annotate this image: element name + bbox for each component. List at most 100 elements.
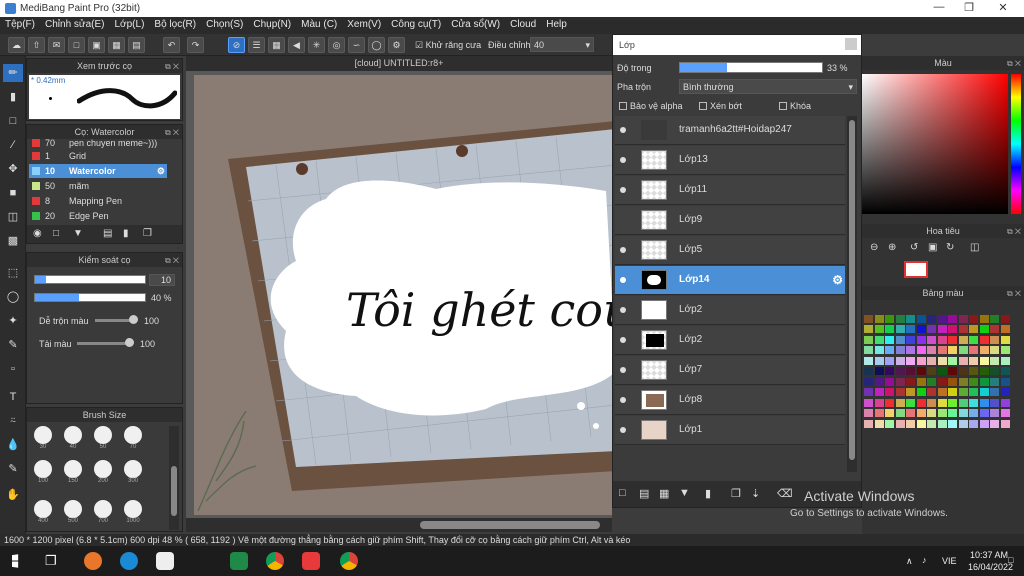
palette-swatch[interactable]: [948, 398, 957, 407]
palette-swatch[interactable]: [874, 314, 884, 323]
medibang-icon[interactable]: [302, 552, 320, 570]
duplicate-icon[interactable]: ❐: [731, 487, 741, 500]
palette-swatch[interactable]: [990, 409, 999, 417]
palette-swatch[interactable]: [979, 367, 989, 375]
zoom-out-icon[interactable]: ⊖: [870, 242, 878, 253]
clock-time[interactable]: 10:37 AM: [970, 550, 1008, 560]
menu-color[interactable]: Màu (C): [296, 17, 342, 32]
palette-swatch[interactable]: [990, 377, 999, 386]
palette-swatch[interactable]: [874, 367, 884, 375]
palette-swatch[interactable]: [885, 304, 894, 312]
palette-swatch[interactable]: [916, 346, 926, 354]
radial-snap-icon[interactable]: ✳: [308, 37, 325, 53]
palette-swatch[interactable]: [1000, 419, 1010, 428]
new-layer-icon[interactable]: □: [619, 487, 626, 499]
palette-swatch[interactable]: [1000, 367, 1010, 375]
menu-snap[interactable]: Chụp(N): [248, 17, 296, 32]
text-tool-icon[interactable]: T: [3, 388, 23, 406]
palette-swatch[interactable]: [874, 398, 884, 407]
operation-tool-icon[interactable]: ⍨: [3, 412, 23, 430]
palette-swatch[interactable]: [948, 367, 957, 375]
palette-swatch[interactable]: [990, 419, 999, 428]
palette-swatch[interactable]: [885, 356, 894, 365]
eye-icon[interactable]: [620, 187, 626, 193]
palette-swatch[interactable]: [948, 419, 957, 428]
palette-swatch[interactable]: [958, 346, 968, 354]
palette-swatch[interactable]: [864, 304, 873, 312]
palette-swatch[interactable]: [874, 409, 884, 417]
palette-swatch[interactable]: [895, 419, 905, 428]
merge-down-icon[interactable]: ⇣: [751, 487, 760, 500]
palette-swatch[interactable]: [927, 335, 936, 344]
palette-swatch[interactable]: [906, 377, 915, 386]
palette-swatch[interactable]: [1000, 325, 1010, 333]
palette-swatch[interactable]: [895, 377, 905, 386]
menu-layer[interactable]: Lớp(L): [110, 17, 150, 32]
palette-swatch[interactable]: [916, 356, 926, 365]
palette-swatch[interactable]: [885, 409, 894, 417]
palette-swatch[interactable]: [948, 377, 957, 386]
palette-swatch[interactable]: [874, 377, 884, 386]
palette-swatch[interactable]: [874, 346, 884, 354]
palette-swatch[interactable]: [979, 304, 989, 312]
eye-icon[interactable]: [620, 337, 626, 343]
palette-swatch[interactable]: [969, 325, 978, 333]
palette-swatch[interactable]: [937, 377, 947, 386]
layer-row[interactable]: Lớp1: [615, 416, 845, 445]
palette-swatch[interactable]: [927, 325, 936, 333]
speaker-icon[interactable]: ♪: [922, 555, 927, 565]
palette-swatch[interactable]: [1000, 304, 1010, 312]
palette-swatch[interactable]: [979, 409, 989, 417]
palette-swatch[interactable]: [979, 325, 989, 333]
palette-swatch[interactable]: [990, 335, 999, 344]
brush-item-selected[interactable]: 10 Watercolor ⚙: [29, 164, 167, 178]
fill-rect-tool-icon[interactable]: ■: [3, 184, 23, 202]
palette-swatch[interactable]: [916, 388, 926, 396]
redo-icon[interactable]: ↷: [187, 37, 204, 53]
palette-swatch[interactable]: [990, 314, 999, 323]
eraser-tool-icon[interactable]: ▮: [3, 88, 23, 106]
edge-icon[interactable]: [120, 552, 138, 570]
panel-menu-icon[interactable]: ⧉ ✕: [165, 60, 179, 74]
notification-icon[interactable]: □: [1008, 555, 1013, 565]
palette-swatch[interactable]: [990, 388, 999, 396]
eye-icon[interactable]: [620, 247, 626, 253]
palette-swatch[interactable]: [927, 409, 936, 417]
palette-swatch[interactable]: [916, 409, 926, 417]
hue-slider[interactable]: [1011, 74, 1021, 214]
lock-checkbox[interactable]: Khóa: [779, 101, 811, 111]
palette-swatch[interactable]: [916, 325, 926, 333]
palette-swatch[interactable]: [916, 304, 926, 312]
palette-swatch[interactable]: [990, 304, 999, 312]
panel-menu-icon[interactable]: ⧉ ✕: [165, 126, 179, 140]
palette-swatch[interactable]: [958, 356, 968, 365]
palette-swatch[interactable]: [979, 335, 989, 344]
palette-swatch[interactable]: [979, 314, 989, 323]
select-pen-icon[interactable]: ✎: [3, 336, 23, 354]
artwork-canvas[interactable]: Tôi ghét cou: [186, 71, 612, 532]
rotate-left-icon[interactable]: ↺: [910, 242, 918, 253]
palette-swatch[interactable]: [864, 388, 873, 396]
rect-tool-icon[interactable]: □: [3, 112, 23, 130]
palette-swatch[interactable]: [937, 325, 947, 333]
grid-icon[interactable]: ▦: [108, 37, 125, 53]
menu-edit[interactable]: Chỉnh sửa(E): [40, 17, 110, 32]
palette-swatch[interactable]: [958, 304, 968, 312]
palette-swatch[interactable]: [906, 325, 915, 333]
palette-swatch[interactable]: [906, 367, 915, 375]
palette-swatch[interactable]: [864, 419, 873, 428]
palette-swatch[interactable]: [906, 398, 915, 407]
page-icon[interactable]: □: [68, 37, 85, 53]
palette-swatch[interactable]: [958, 314, 968, 323]
layer-row[interactable]: Lớp9: [615, 206, 845, 235]
palette-swatch[interactable]: [1000, 314, 1010, 323]
palette-swatch[interactable]: [969, 335, 978, 344]
settings-icon[interactable]: ⚙: [388, 37, 405, 53]
palette-swatch[interactable]: [916, 398, 926, 407]
palette-swatch[interactable]: [979, 346, 989, 354]
palette-swatch[interactable]: [958, 377, 968, 386]
palette-swatch[interactable]: [927, 367, 936, 375]
palette-swatch[interactable]: [885, 419, 894, 428]
zoom-in-icon[interactable]: ⊕: [888, 242, 896, 253]
panel-menu-icon[interactable]: ⧉ ✕: [1007, 225, 1021, 239]
